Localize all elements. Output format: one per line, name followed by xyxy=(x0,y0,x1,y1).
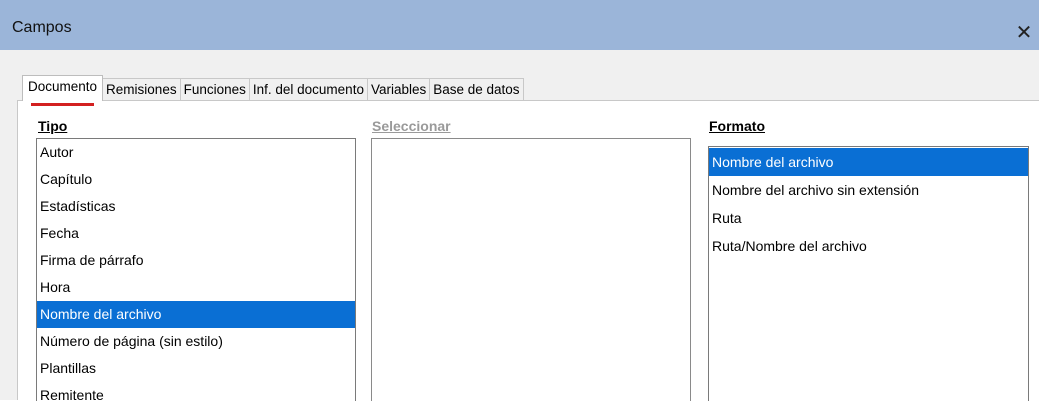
tipo-label: Tipo xyxy=(38,118,68,134)
list-item[interactable]: Autor xyxy=(37,139,355,166)
tipo-listbox[interactable]: Autor Capítulo Estadísticas Fecha Firma de p… xyxy=(36,138,356,401)
seleccionar-label: Seleccionar xyxy=(372,118,451,134)
list-item[interactable]: Fecha xyxy=(37,220,355,247)
list-item[interactable]: Ruta xyxy=(709,204,1028,232)
window-title: Campos xyxy=(12,19,72,36)
formato-listbox[interactable]: Nombre del archivo Nombre del archivo sin… xyxy=(708,146,1029,401)
tab-bar: Documento Remisiones Funciones Inf. del … xyxy=(22,75,524,106)
list-item[interactable]: Ruta/Nombre del archivo xyxy=(709,232,1028,260)
formato-label: Formato xyxy=(709,118,765,134)
list-item[interactable]: Firma de párrafo xyxy=(37,247,355,274)
tab-funciones[interactable]: Funciones xyxy=(179,78,250,101)
title-bar: Campos ✕ xyxy=(0,0,1039,50)
tab-remisiones[interactable]: Remisiones xyxy=(102,78,181,101)
list-item[interactable]: Plantillas xyxy=(37,355,355,382)
tab-base-de-datos[interactable]: Base de datos xyxy=(429,78,524,101)
list-item[interactable]: Remitente xyxy=(37,382,355,401)
formato-label-text: Formato xyxy=(709,118,765,134)
list-item[interactable]: Hora xyxy=(37,274,355,301)
list-item[interactable]: Nombre del archivo xyxy=(37,301,355,328)
tab-variables[interactable]: Variables xyxy=(366,78,431,101)
list-item[interactable]: Número de página (sin estilo) xyxy=(37,328,355,355)
close-icon[interactable]: ✕ xyxy=(1009,14,1039,50)
list-item[interactable]: Estadísticas xyxy=(37,193,355,220)
tab-label: Documento xyxy=(28,79,98,94)
tab-inf-del-documento[interactable]: Inf. del documento xyxy=(248,78,368,101)
list-item[interactable]: Capítulo xyxy=(37,166,355,193)
seleccionar-listbox xyxy=(371,138,691,401)
list-item[interactable]: Nombre del archivo sin extensión xyxy=(709,176,1028,204)
active-tab-indicator xyxy=(31,103,95,106)
list-item[interactable]: Nombre del archivo xyxy=(709,148,1028,176)
tab-panel-documento: Tipo Autor Capítulo Estadísticas Fecha Firma… xyxy=(17,100,1039,401)
tab-documento[interactable]: Documento xyxy=(22,75,104,106)
dialog-body: Documento Remisiones Funciones Inf. del … xyxy=(0,50,1039,401)
